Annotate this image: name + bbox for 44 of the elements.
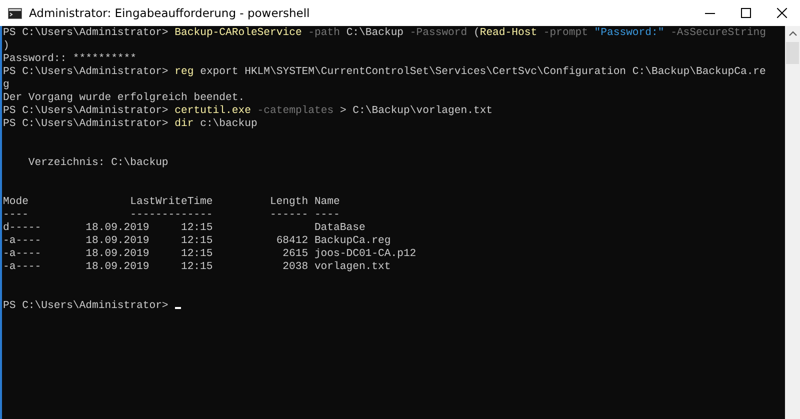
- date-cell: 18.09.2019: [86, 222, 150, 235]
- console-line: PS C:\Users\Administrator> certutil.exe -catemplates > C:\Backup\vorlagen.txt: [3, 105, 494, 118]
- column-header: Mode: [3, 196, 30, 209]
- console-line: Verzeichnis: C:\backup: [27, 157, 170, 170]
- time-cell: 12:15: [180, 261, 213, 274]
- mode-cell-text: -a----: [3, 235, 42, 248]
- console-line: Password:: **********: [3, 53, 138, 66]
- console-line: g: [3, 79, 10, 92]
- console-line: PS C:\Users\Administrator> reg export HKLM\SYSTEM\CurrentControlSet\Services\CertSvc\Configuration C:\Backup\BackupCa.re: [3, 66, 767, 79]
- column-header: Length: [270, 196, 308, 209]
- mode-cell-text: -a----: [3, 261, 42, 274]
- console-line: PS C:\Users\Administrator> dir c:\backup: [3, 118, 258, 131]
- console-line: Der Vorgang wurde erfolgreich beendet.: [3, 92, 246, 105]
- time-cell: 12:15: [180, 222, 213, 235]
- column-header: Name: [314, 196, 341, 209]
- mode-cell-text: -a----: [3, 248, 42, 261]
- scroll-up-icon[interactable]: [788, 31, 796, 36]
- name-cell: joos-DC01-CA.p12: [314, 248, 416, 261]
- console-line: ): [3, 40, 10, 53]
- length-cell: 2615: [282, 248, 308, 261]
- name-cell-text: DataBase: [314, 222, 366, 235]
- console-icon: [8, 8, 22, 18]
- console-prompt: PS C:\Users\Administrator>: [3, 300, 170, 312]
- column-header: LastWriteTime: [130, 196, 213, 209]
- date-cell: 18.09.2019: [86, 235, 150, 248]
- header-rule: ----: [314, 209, 341, 222]
- mode-cell-text: d-----: [3, 222, 42, 235]
- console-line: PS C:\Users\Administrator> Backup-CARoleService -path C:\Backup -Password (Read-Host -prompt "Password:" -AsSecureString: [3, 27, 767, 40]
- time-cell: 12:15: [180, 248, 213, 261]
- header-rule: ----: [3, 209, 30, 222]
- time-cell: 12:15: [180, 235, 213, 248]
- scrollbar-thumb[interactable]: [786, 42, 799, 64]
- header-rule: ------: [270, 209, 308, 222]
- name-cell-text: vorlagen.txt: [314, 261, 392, 274]
- window-title: Administrator: Eingabeaufforderung - powershell: [29, 6, 310, 20]
- length-cell: 68412: [276, 235, 308, 248]
- name-cell-text: BackupCa.reg: [314, 235, 392, 248]
- length-cell: 2038: [282, 261, 308, 274]
- scrollbar[interactable]: [785, 26, 800, 419]
- maximize-icon: [741, 8, 751, 18]
- date-cell: 18.09.2019: [86, 248, 150, 261]
- header-rule: -------------: [130, 209, 213, 222]
- close-icon: [777, 8, 787, 18]
- date-cell: 18.09.2019: [86, 261, 150, 274]
